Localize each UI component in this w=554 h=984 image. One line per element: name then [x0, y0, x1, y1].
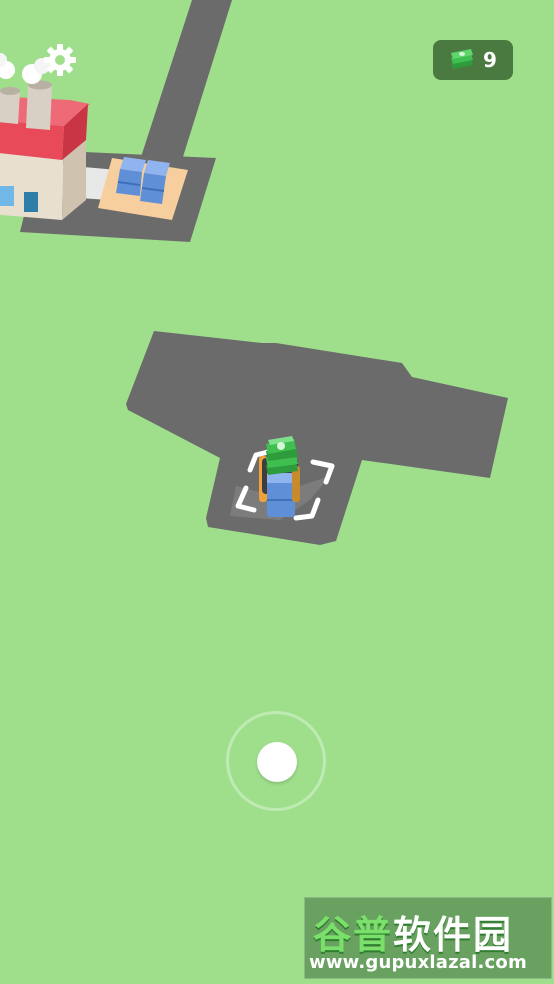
road-strip — [140, 0, 232, 160]
cash-stack — [266, 436, 298, 475]
joystick-knob[interactable] — [257, 742, 297, 782]
watermark-logo: 谷普软件园 www.gupuxlazal.com — [304, 897, 552, 979]
factory-building — [0, 53, 90, 220]
cash-stack-icon — [451, 49, 474, 69]
watermark-title-part2: 软件园 — [393, 913, 514, 957]
watermark-url: www.gupuxlazal.com — [309, 952, 527, 973]
game-world — [0, 0, 508, 545]
money-counter: 9 — [433, 40, 513, 80]
money-value: 9 — [483, 48, 497, 72]
watermark-title: 谷普软件园 — [313, 904, 547, 959]
watermark-title-part1: 谷普 — [313, 913, 394, 957]
game-viewport[interactable]: 9 谷普软件园 www.gupuxlazal.com — [0, 0, 554, 984]
gear-icon — [44, 44, 76, 76]
settings-button[interactable] — [42, 42, 78, 78]
paved-lot — [126, 331, 508, 545]
